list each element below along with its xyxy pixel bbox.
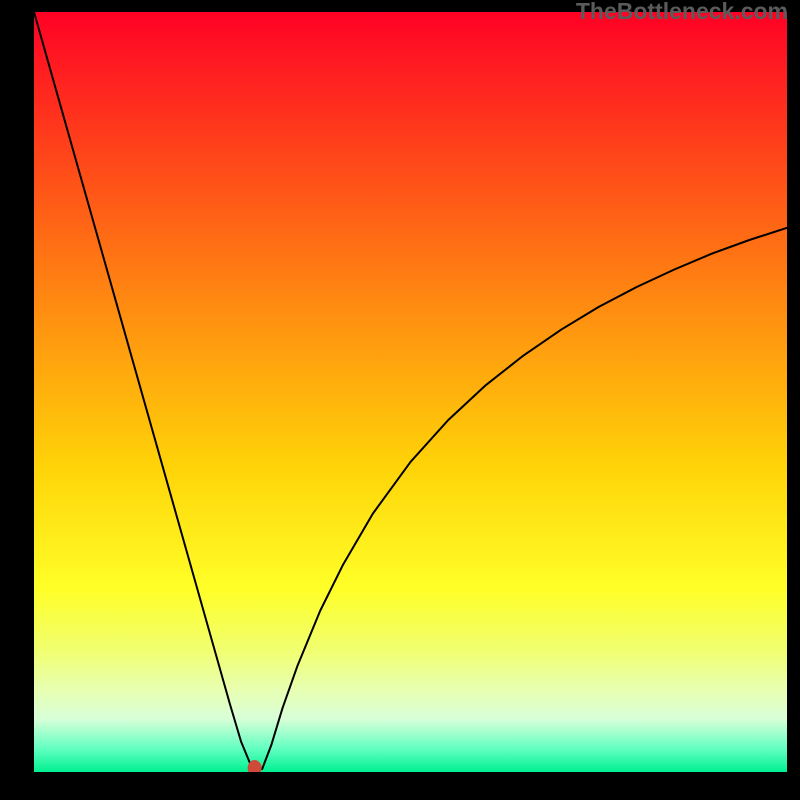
bottleneck-curve <box>34 12 787 770</box>
chart-frame: TheBottleneck.com <box>0 0 800 800</box>
watermark-text: TheBottleneck.com <box>576 0 788 23</box>
plot-area <box>34 12 787 772</box>
curve-layer <box>34 12 787 772</box>
